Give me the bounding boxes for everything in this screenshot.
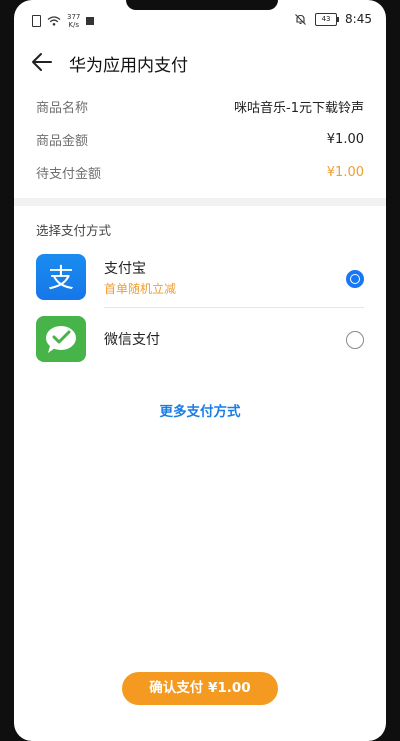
wechat-pay-name: 微信支付 [104,332,160,348]
wechat-pay-icon [36,316,86,362]
confirm-pay-button[interactable]: 确认支付 ¥1.00 [122,672,278,705]
clock: 8:45 [345,12,372,26]
bell-mute-icon [295,13,306,25]
notification-square-icon [86,17,95,25]
payment-screen: 377 K/s 43 8:45 华为应用内支付 商品名称 咪咕音乐-1元下载铃声… [14,0,386,741]
goods-info: 商品名称 咪咕音乐-1元下载铃声 商品金额 ¥1.00 待支付金额 ¥1.00 [14,82,386,198]
status-left: 377 K/s [32,13,95,29]
speed-value: 377 [67,13,81,21]
goods-name-value: 咪咕音乐-1元下载铃声 [234,101,364,116]
wifi-icon [47,16,61,26]
wechat-pay-radio[interactable] [346,331,364,349]
svg-text:支: 支 [48,264,74,294]
alipay-promo: 首单随机立减 [104,282,177,296]
payment-option-alipay[interactable]: 支 支付宝 首单随机立减 [36,250,386,308]
goods-amount-value: ¥1.00 [326,132,364,147]
section-divider [14,198,386,206]
camera-notch [126,0,278,10]
goods-amount-row: 商品金额 ¥1.00 [36,123,364,156]
alipay-name: 支付宝 [104,261,146,277]
alipay-radio[interactable] [346,270,364,288]
goods-name-label: 商品名称 [36,101,89,116]
network-speed: 377 K/s [67,13,80,29]
due-amount-label: 待支付金额 [36,167,102,182]
option-divider [104,307,364,308]
payment-option-wechat[interactable]: 微信支付 [36,312,386,370]
goods-amount-label: 商品金额 [36,134,89,149]
more-payment-methods-link[interactable]: 更多支付方式 [14,400,386,420]
due-amount-value: ¥1.00 [326,165,364,180]
app-header: 华为应用内支付 [14,42,386,82]
alipay-icon: 支 [36,254,86,300]
status-right: 43 8:45 [294,12,372,26]
goods-name-row: 商品名称 咪咕音乐-1元下载铃声 [36,90,364,123]
due-amount-row: 待支付金额 ¥1.00 [36,156,364,189]
page-title: 华为应用内支付 [69,56,188,76]
battery-indicator: 43 [315,12,340,26]
back-arrow-icon[interactable] [31,52,53,72]
sim-icon [32,15,41,27]
speed-unit: K/s [68,21,79,29]
status-bar: 377 K/s 43 8:45 [14,0,386,42]
payment-section-title: 选择支付方式 [36,223,112,238]
